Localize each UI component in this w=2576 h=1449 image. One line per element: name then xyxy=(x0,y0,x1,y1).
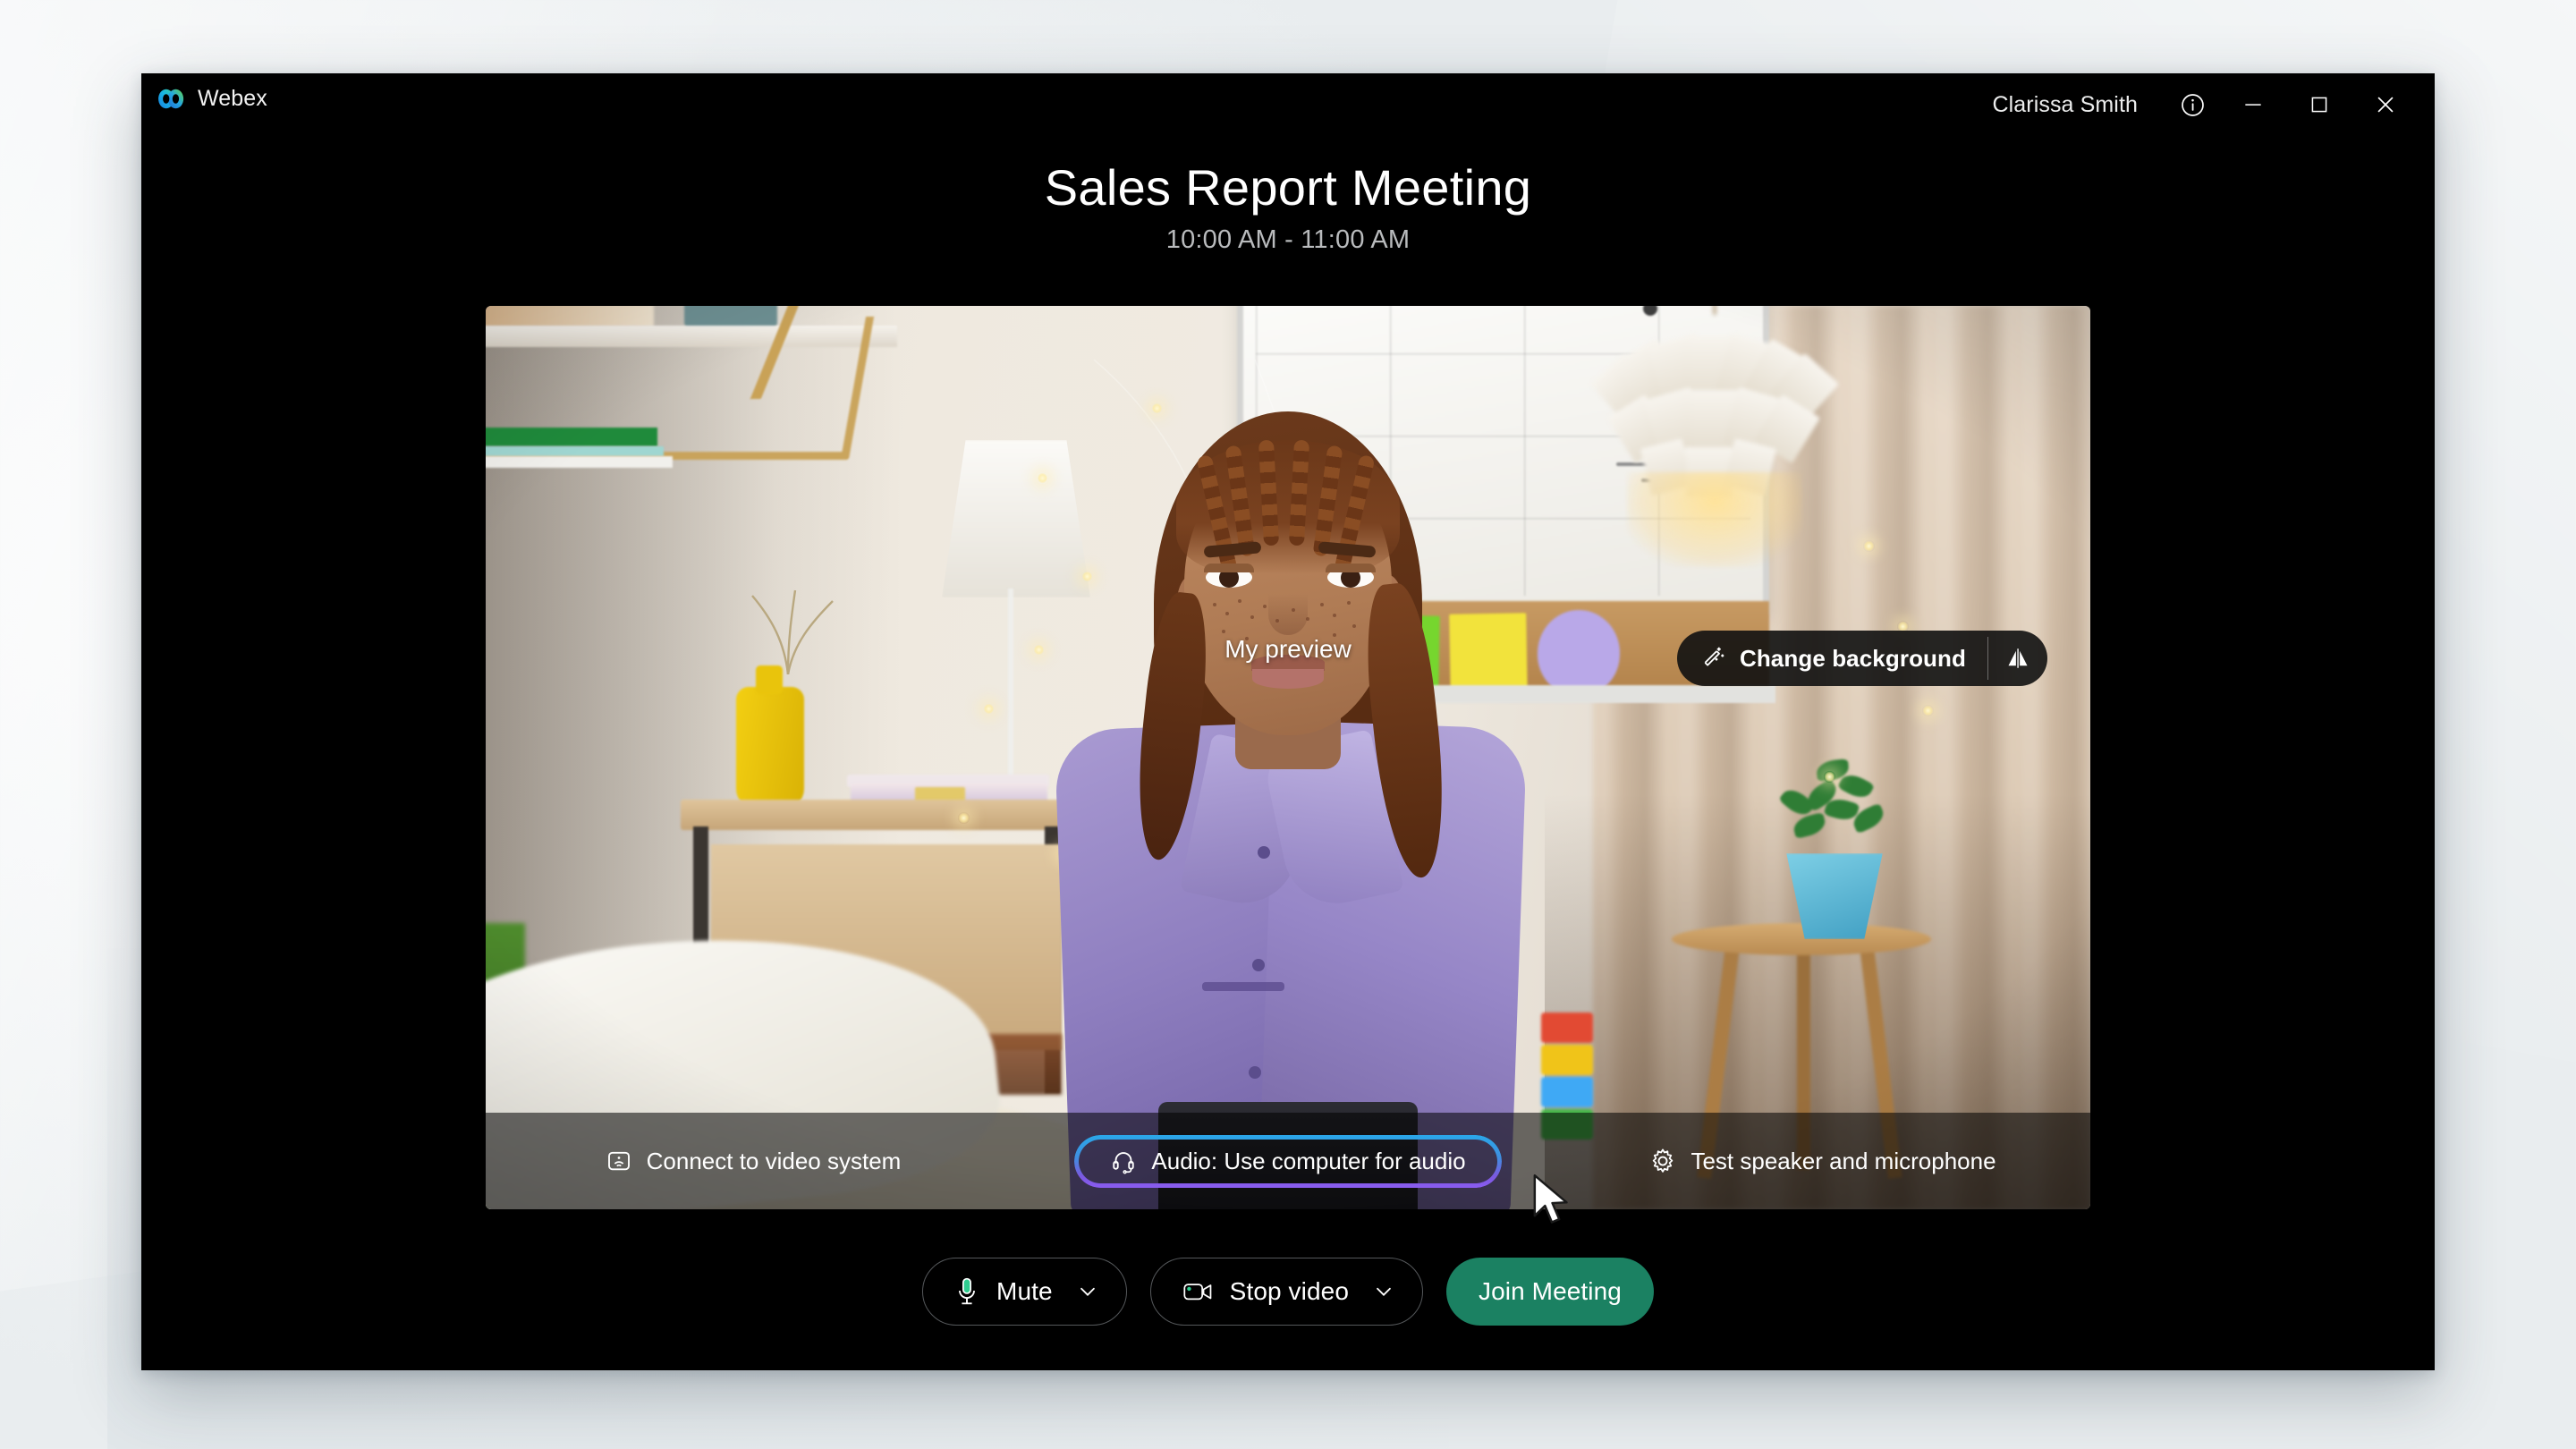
test-speaker-microphone-button[interactable]: Test speaker and microphone xyxy=(1649,1148,1996,1175)
video-system-icon xyxy=(607,1151,630,1171)
meeting-title: Sales Report Meeting xyxy=(1044,159,1532,216)
maximize-button[interactable] xyxy=(2286,79,2352,131)
stop-video-label: Stop video xyxy=(1229,1277,1349,1305)
join-meeting-button[interactable]: Join Meeting xyxy=(1446,1258,1654,1326)
stop-video-button[interactable]: Stop video xyxy=(1149,1258,1423,1326)
chevron-down-icon xyxy=(1377,1287,1391,1296)
mute-button[interactable]: Mute xyxy=(922,1258,1127,1326)
connect-video-cell: Connect to video system xyxy=(486,1148,1021,1175)
change-background-label: Change background xyxy=(1739,644,1966,672)
audio-cell: Audio: Use computer for audio xyxy=(1021,1135,1555,1188)
mute-dropdown-toggle[interactable] xyxy=(1076,1280,1099,1303)
scene-wall-shelf xyxy=(486,306,897,476)
scene-yellow-vase xyxy=(736,687,804,809)
camera-icon xyxy=(1183,1284,1212,1301)
window-controls: Clarissa Smith xyxy=(1992,73,2419,136)
audio-label: Audio: Use computer for audio xyxy=(1151,1147,1466,1174)
preview-video-scene xyxy=(486,306,2090,1209)
chevron-down-icon xyxy=(1080,1287,1095,1296)
maximize-icon xyxy=(2311,97,2327,113)
mirror-video-button[interactable] xyxy=(1988,631,2047,686)
webex-logo-icon xyxy=(158,89,184,109)
change-background-button[interactable]: Change background xyxy=(1677,631,1987,686)
minimize-button[interactable] xyxy=(2220,79,2286,131)
meeting-time: 10:00 AM - 11:00 AM xyxy=(1165,225,1411,255)
brand-name: Webex xyxy=(198,86,267,111)
audio-connection-button[interactable]: Audio: Use computer for audio xyxy=(1074,1135,1501,1188)
preview-action-bar: Connect to video system Audio: Use compu… xyxy=(486,1113,2090,1209)
info-button[interactable] xyxy=(2165,79,2220,131)
mirror-flip-icon xyxy=(2008,648,2028,668)
title-bar: Webex Clarissa Smith xyxy=(141,73,2435,136)
brand: Webex xyxy=(157,86,267,112)
microphone-icon xyxy=(959,1277,975,1305)
test-audio-label: Test speaker and microphone xyxy=(1690,1147,1996,1174)
scene-person xyxy=(1038,369,1538,1209)
meeting-controls: Mute Stop video Join Meeting xyxy=(141,1258,2435,1326)
change-background-pill: Change background xyxy=(1676,631,2047,686)
close-icon xyxy=(2377,97,2394,113)
headset-icon xyxy=(1113,1152,1135,1174)
test-audio-cell: Test speaker and microphone xyxy=(1555,1148,2090,1175)
join-meeting-label: Join Meeting xyxy=(1479,1277,1622,1305)
connect-to-video-system-button[interactable]: Connect to video system xyxy=(606,1147,902,1175)
minimize-icon xyxy=(2245,104,2261,106)
connect-video-label: Connect to video system xyxy=(646,1147,902,1174)
mute-label: Mute xyxy=(996,1277,1053,1305)
meeting-header: Sales Report Meeting 10:00 AM - 11:00 AM xyxy=(141,158,2435,255)
magic-wand-icon xyxy=(1704,647,1724,666)
gear-icon xyxy=(1653,1148,1674,1173)
user-name: Clarissa Smith xyxy=(1992,91,2138,117)
close-button[interactable] xyxy=(2352,79,2419,131)
webex-app-window: Webex Clarissa Smith Sales Report Meetin… xyxy=(141,73,2435,1370)
info-circle-icon xyxy=(2181,93,2204,116)
video-preview: My preview Change background Connect to … xyxy=(486,306,2090,1209)
scene-pendant-lamp xyxy=(1580,306,1849,567)
video-dropdown-toggle[interactable] xyxy=(1372,1280,1395,1303)
